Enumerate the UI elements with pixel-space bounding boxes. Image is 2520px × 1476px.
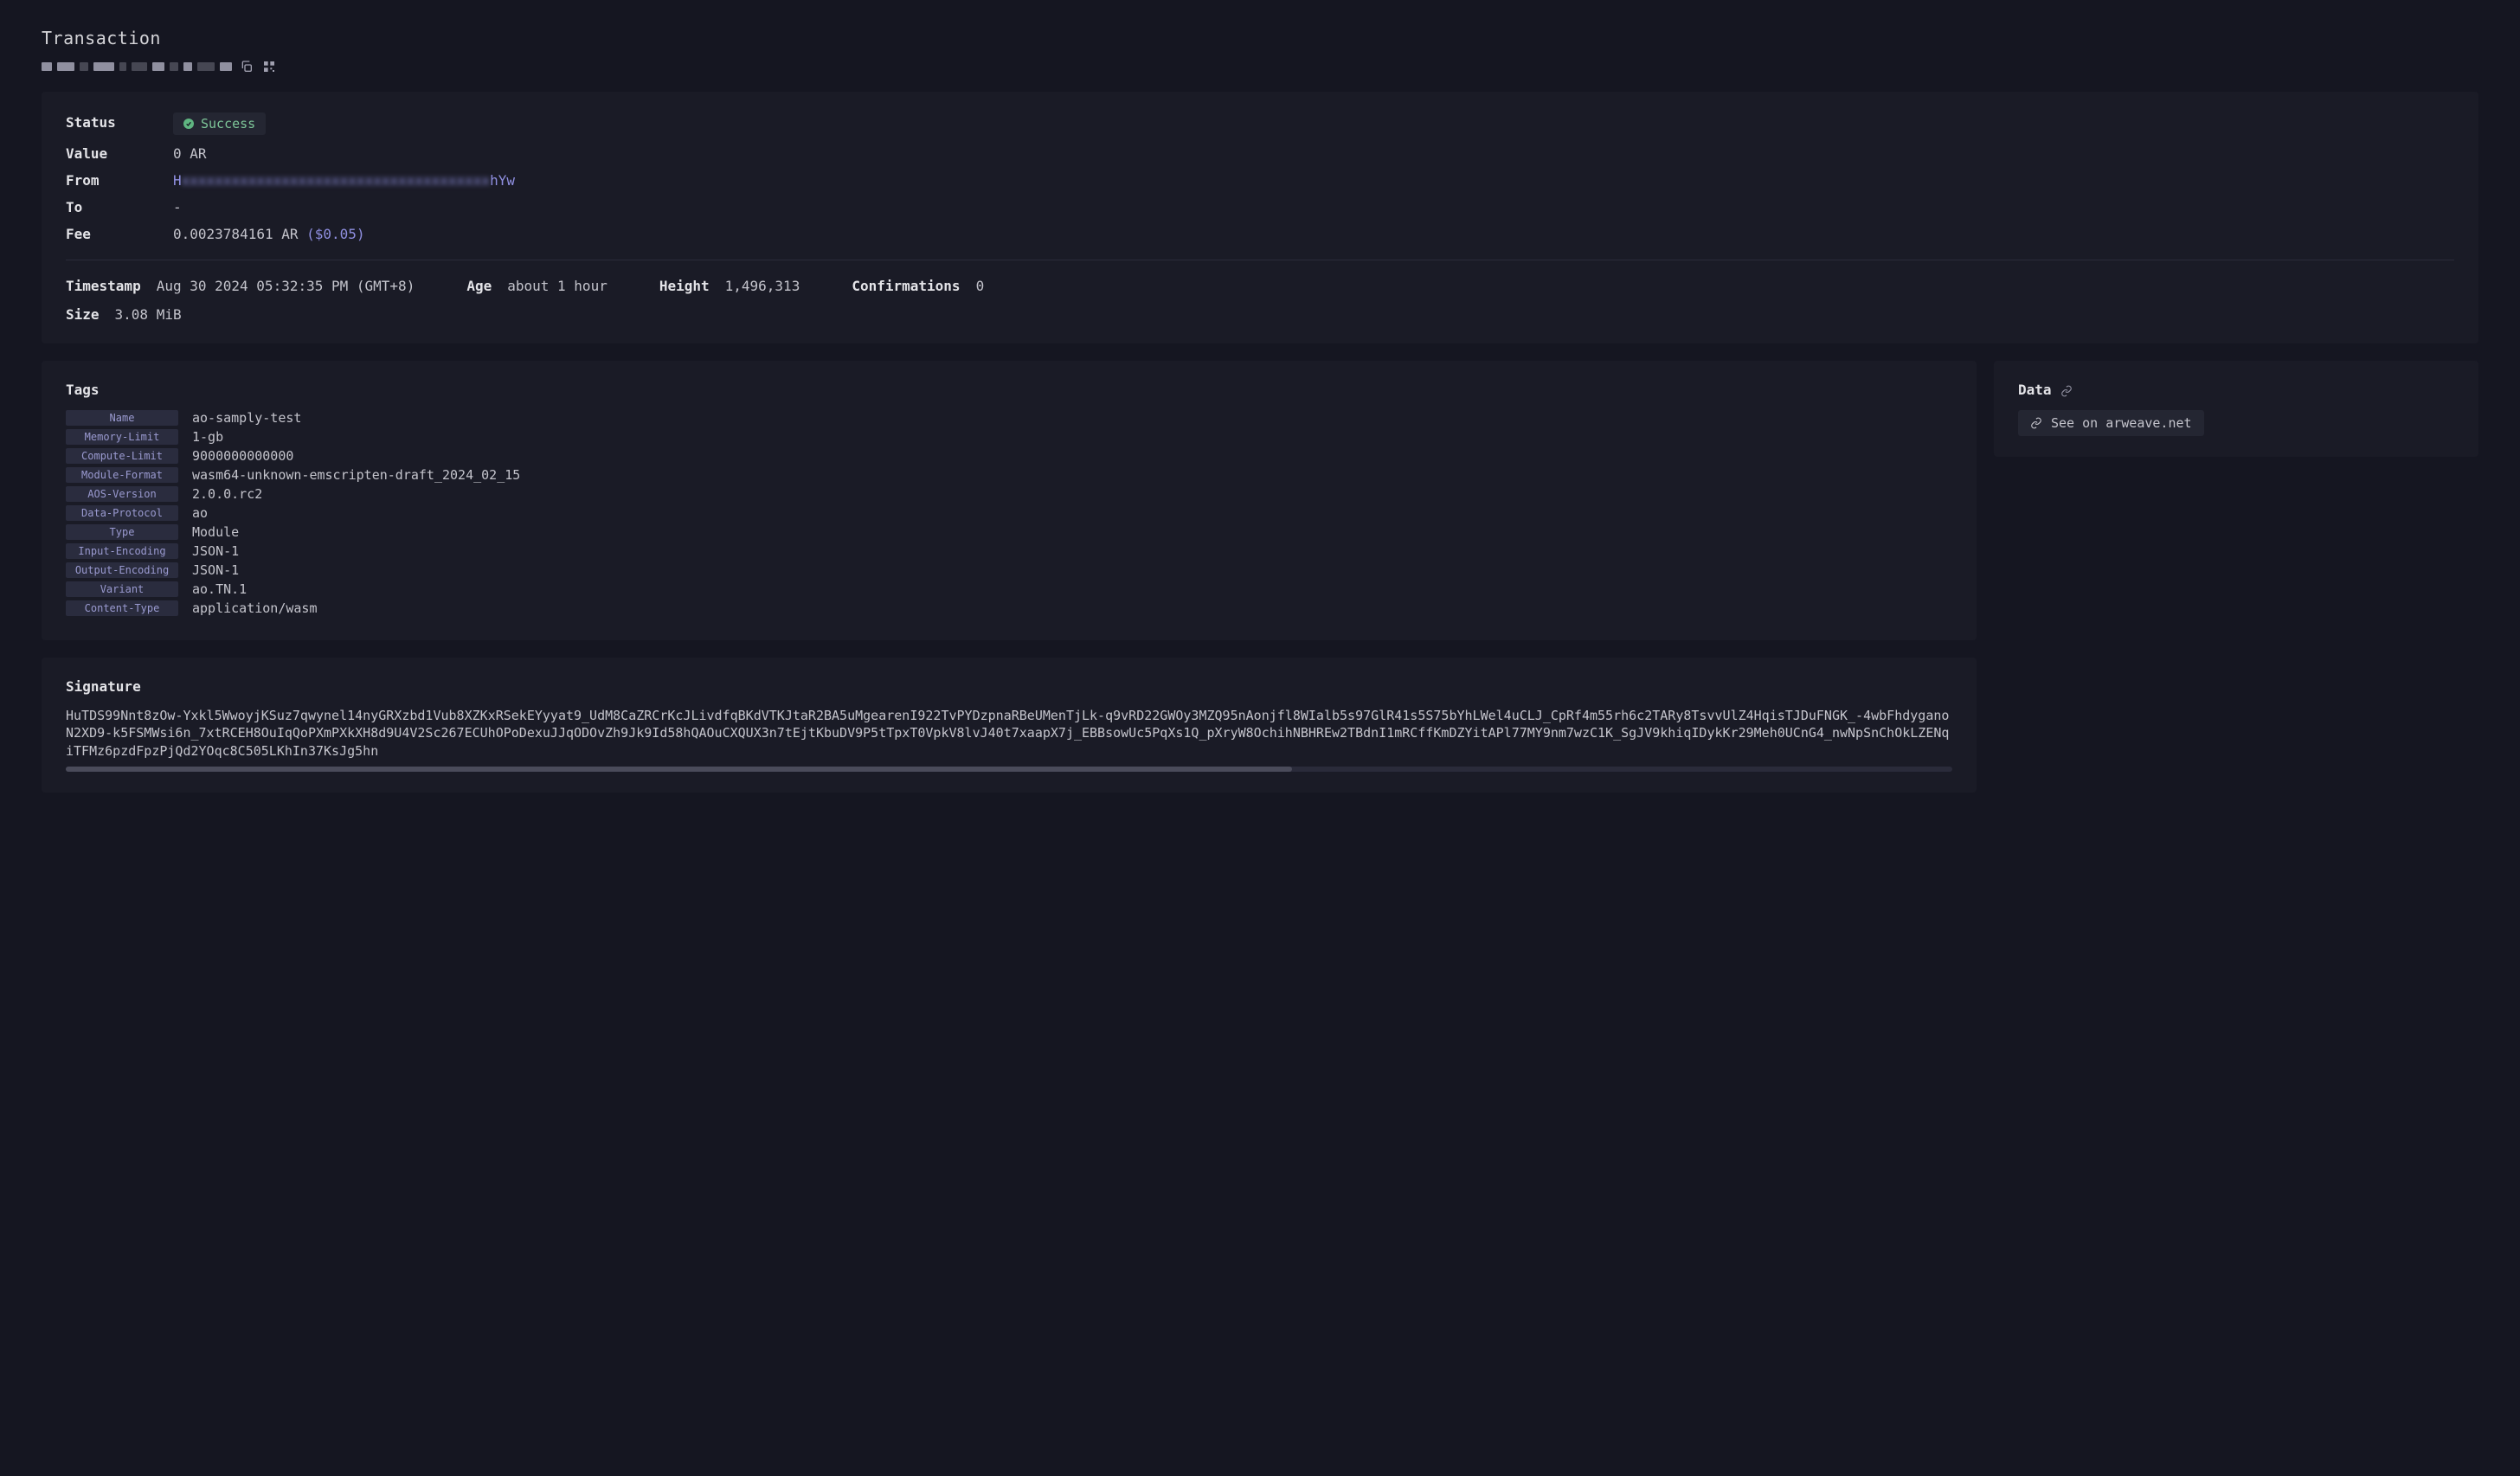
tag-key: Variant (66, 581, 178, 597)
tag-value: 9000000000000 (192, 448, 293, 464)
fee-usd: ($0.05) (306, 226, 364, 242)
tag-row: Type Module (66, 524, 1952, 540)
tag-row: Data-Protocol ao (66, 505, 1952, 521)
signature-title: Signature (66, 678, 1952, 695)
age-value: about 1 hour (507, 278, 608, 294)
fee-label: Fee (66, 226, 152, 242)
tag-value: ao.TN.1 (192, 581, 247, 597)
height-value[interactable]: 1,496,313 (725, 278, 800, 294)
see-on-arweave-button[interactable]: See on arweave.net (2018, 410, 2204, 436)
transaction-id-obscured (42, 62, 232, 71)
tag-row: Memory-Limit 1-gb (66, 429, 1952, 445)
tag-key: Type (66, 524, 178, 540)
tags-list: Name ao-samply-test Memory-Limit 1-gb Comput… (66, 410, 1952, 616)
age-label: Age (466, 278, 492, 294)
from-label: From (66, 172, 152, 189)
summary-card: Status Success Value 0 AR From Hxxxxxxxx… (42, 92, 2478, 343)
timestamp-label: Timestamp (66, 278, 141, 294)
confirmations-value: 0 (976, 278, 985, 294)
tag-key: Input-Encoding (66, 543, 178, 559)
timestamp-value: Aug 30 2024 05:32:35 PM (GMT+8) (157, 278, 415, 294)
tag-value: Module (192, 524, 239, 540)
status-value: Success (201, 116, 255, 132)
signature-value: HuTDS99Nnt8zOw-Yxkl5WwoyjKSuz7qwynel14ny… (66, 707, 1952, 760)
tag-key: Data-Protocol (66, 505, 178, 521)
data-title: Data (2018, 382, 2454, 398)
from-address[interactable]: HxxxxxxxxxxxxxxxxxxxxxxxxxxxxxxxxxxxxxhY… (173, 172, 515, 189)
tag-value: 1-gb (192, 429, 223, 445)
tag-row: Variant ao.TN.1 (66, 581, 1952, 597)
signature-card: Signature HuTDS99Nnt8zOw-Yxkl5WwoyjKSuz7… (42, 658, 1977, 793)
check-icon (183, 119, 194, 129)
value-label: Value (66, 145, 152, 162)
status-label: Status (66, 114, 152, 131)
height-label: Height (659, 278, 710, 294)
tag-value: application/wasm (192, 600, 318, 616)
tag-value: ao-samply-test (192, 410, 301, 426)
tag-key: Memory-Limit (66, 429, 178, 445)
tag-key: Content-Type (66, 600, 178, 616)
to-value: - (173, 199, 182, 215)
copy-icon[interactable] (239, 59, 254, 74)
fee-value: 0.0023784161 AR ($0.05) (173, 226, 365, 242)
scrollbar[interactable] (66, 767, 1952, 772)
tag-value: 2.0.0.rc2 (192, 486, 262, 502)
tag-row: AOS-Version 2.0.0.rc2 (66, 486, 1952, 502)
tag-key: Name (66, 410, 178, 426)
tag-value: JSON-1 (192, 543, 239, 559)
tag-key: Module-Format (66, 467, 178, 483)
tag-value: wasm64-unknown-emscripten-draft_2024_02_… (192, 467, 520, 483)
tag-key: Compute-Limit (66, 448, 178, 464)
to-label: To (66, 199, 152, 215)
data-card: Data See on arweave.net (1994, 361, 2478, 457)
tags-title: Tags (66, 382, 1952, 398)
tag-value: JSON-1 (192, 562, 239, 578)
tag-row: Input-Encoding JSON-1 (66, 543, 1952, 559)
page-title: Transaction (42, 28, 2478, 48)
status-badge: Success (173, 112, 266, 135)
link-icon (2060, 384, 2073, 396)
tags-card: Tags Name ao-samply-test Memory-Limit 1-gb C… (42, 361, 1977, 640)
tag-row: Output-Encoding JSON-1 (66, 562, 1952, 578)
tag-key: AOS-Version (66, 486, 178, 502)
tag-row: Module-Format wasm64-unknown-emscripten-d… (66, 467, 1952, 483)
size-value: 3.08 MiB (115, 306, 182, 323)
tag-row: Name ao-samply-test (66, 410, 1952, 426)
value-value: 0 AR (173, 145, 207, 162)
qr-icon[interactable] (261, 59, 277, 74)
confirmations-label: Confirmations (852, 278, 960, 294)
tag-row: Compute-Limit 9000000000000 (66, 448, 1952, 464)
tag-key: Output-Encoding (66, 562, 178, 578)
transaction-id-row (42, 59, 2478, 74)
data-link-label: See on arweave.net (2051, 415, 2192, 431)
tag-row: Content-Type application/wasm (66, 600, 1952, 616)
size-label: Size (66, 306, 100, 323)
tag-value: ao (192, 505, 208, 521)
